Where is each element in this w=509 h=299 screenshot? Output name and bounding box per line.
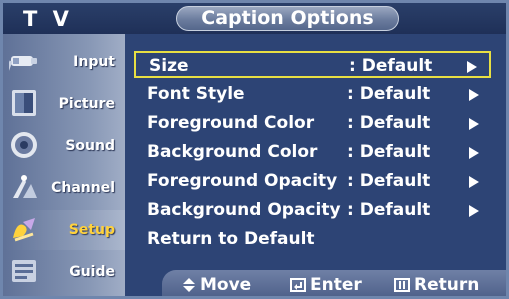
right-arrow-icon [469, 205, 479, 217]
move-hint: Move [182, 275, 251, 295]
sound-icon [9, 130, 39, 160]
sidebar-item-picture[interactable]: Picture [3, 84, 125, 124]
menu-item-foreground-color[interactable]: Foreground Color : Default [134, 110, 491, 137]
sidebar-item-channel[interactable]: Channel [3, 168, 125, 208]
right-arrow-icon [467, 61, 477, 73]
sidebar-item-label: Channel [51, 180, 115, 196]
menu-item-background-color[interactable]: Background Color : Default [134, 139, 491, 166]
menu-item-value: : Default [347, 113, 431, 133]
menu-item-label: Background Opacity [147, 200, 341, 220]
title-bar: T V Caption Options [3, 3, 506, 34]
right-arrow-icon [469, 118, 479, 130]
menu-item-label: Background Color [147, 142, 318, 162]
return-label: Return [414, 275, 480, 295]
sidebar-item-guide[interactable]: Guide [3, 252, 125, 292]
menu-item-value: : Default [347, 84, 431, 104]
menu-item-value: : Default [347, 200, 431, 220]
right-arrow-icon [469, 147, 479, 159]
sidebar-item-input[interactable]: Input [3, 42, 125, 82]
sidebar-item-setup[interactable]: Setup [3, 210, 125, 250]
tv-mode-label: T V [23, 7, 73, 31]
menu-item-foreground-opacity[interactable]: Foreground Opacity : Default [134, 168, 491, 195]
right-arrow-icon [469, 89, 479, 101]
tv-screen: T V Caption Options Input Picture Sound … [0, 0, 509, 299]
enter-icon [290, 278, 306, 292]
sidebar: Input Picture Sound Channel Setup Guide [3, 34, 125, 296]
sidebar-item-label: Guide [69, 264, 115, 280]
menu-item-label: Font Style [147, 84, 245, 104]
move-label: Move [200, 275, 252, 295]
channel-icon [9, 172, 39, 202]
right-arrow-icon [469, 176, 479, 188]
menu-title: Caption Options [176, 6, 399, 31]
move-arrows-icon [183, 278, 195, 292]
input-icon [5, 46, 39, 76]
navigation-hint-bar: Move Enter Return [162, 270, 506, 296]
caption-options-panel: Size : Default Font Style : Default Fore… [125, 34, 506, 296]
picture-icon [9, 88, 39, 118]
enter-label: Enter [310, 275, 362, 295]
menu-item-label: Size [149, 56, 189, 76]
menu-item-font-style[interactable]: Font Style : Default [134, 81, 491, 108]
guide-icon [9, 256, 39, 286]
sidebar-item-label: Picture [58, 96, 115, 112]
menu-item-value: : Default [349, 56, 433, 76]
sidebar-item-sound[interactable]: Sound [3, 126, 125, 166]
setup-icon [9, 214, 39, 244]
return-hint: Return [394, 275, 479, 295]
return-icon [394, 278, 410, 292]
sidebar-item-label: Sound [65, 138, 115, 154]
osd-menu: T V Caption Options Input Picture Sound … [0, 0, 509, 299]
menu-item-value: : Default [347, 142, 431, 162]
menu-item-label: Foreground Opacity [147, 171, 338, 191]
menu-item-size[interactable]: Size : Default [134, 51, 491, 78]
menu-item-label: Foreground Color [147, 113, 315, 133]
menu-item-label: Return to Default [147, 229, 315, 249]
sidebar-item-label: Input [73, 54, 115, 70]
sidebar-item-label: Setup [68, 222, 115, 238]
menu-item-return-to-default[interactable]: Return to Default [134, 226, 491, 253]
menu-item-value: : Default [347, 171, 431, 191]
enter-hint: Enter [290, 275, 362, 295]
menu-item-background-opacity[interactable]: Background Opacity : Default [134, 197, 491, 224]
